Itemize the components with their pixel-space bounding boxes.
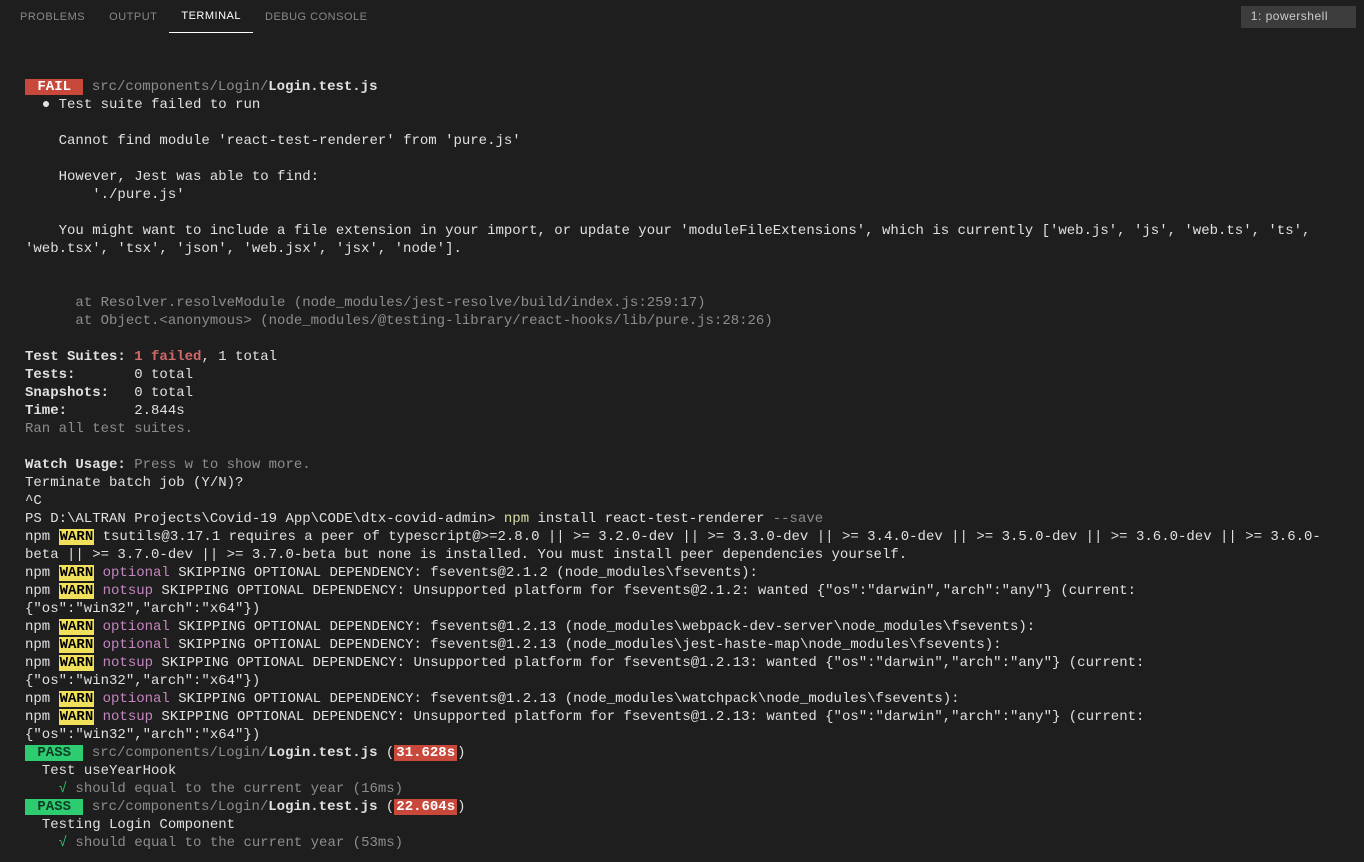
tab-output[interactable]: OUTPUT bbox=[97, 2, 169, 32]
prompt-cmd-npm: npm bbox=[504, 511, 529, 527]
pass1-desc: Test useYearHook bbox=[25, 763, 176, 779]
summary-suites-label: Test Suites: bbox=[25, 349, 134, 365]
summary-time-val: 2.844s bbox=[134, 403, 184, 419]
tab-terminal[interactable]: TERMINAL bbox=[169, 1, 253, 32]
tab-problems[interactable]: PROBLEMS bbox=[8, 2, 97, 32]
suite-failed-text: Test suite failed to run bbox=[59, 97, 261, 113]
summary-snapshots-val: 0 total bbox=[134, 385, 193, 401]
summary-tests-label: Tests: bbox=[25, 367, 134, 383]
pass2-desc: Testing Login Component bbox=[25, 817, 235, 833]
terminal-output[interactable]: FAIL src/components/Login/Login.test.js … bbox=[0, 35, 1364, 862]
pass1-time: 31.628s bbox=[394, 745, 457, 761]
summary-ran: Ran all test suites. bbox=[25, 421, 193, 437]
pass2-path-dir: src/components/Login/ bbox=[83, 799, 268, 815]
pass2-open: ( bbox=[377, 799, 394, 815]
pass1-path-file: Login.test.js bbox=[268, 745, 377, 761]
watch-text: Press w to show more. bbox=[134, 457, 310, 473]
watch-label: Watch Usage: bbox=[25, 457, 134, 473]
summary-tests-val: 0 total bbox=[134, 367, 193, 383]
pass1-test: should equal to the current year (16ms) bbox=[75, 781, 403, 797]
summary-suites-rest: , 1 total bbox=[201, 349, 277, 365]
terminate-batch: Terminate batch job (Y/N)? bbox=[25, 475, 243, 491]
error-however: However, Jest was able to find: bbox=[25, 169, 319, 185]
error-hint: You might want to include a file extensi… bbox=[25, 223, 1319, 257]
pass-badge-2: PASS bbox=[25, 799, 83, 815]
pass2-time: 22.604s bbox=[394, 799, 457, 815]
npm-warn-lines: npm WARN tsutils@3.17.1 requires a peer … bbox=[25, 528, 1339, 744]
tab-debug-console[interactable]: DEBUG CONSOLE bbox=[253, 2, 379, 32]
terminal-shell-selector[interactable]: 1: powershell bbox=[1241, 6, 1356, 28]
error-purejs: './pure.js' bbox=[25, 187, 185, 203]
pass2-test: should equal to the current year (53ms) bbox=[75, 835, 403, 851]
stack-1: at Resolver.resolveModule (node_modules/… bbox=[25, 295, 706, 311]
ctrl-c: ^C bbox=[25, 493, 42, 509]
summary-time-label: Time: bbox=[25, 403, 134, 419]
fail-path-file: Login.test.js bbox=[268, 79, 377, 95]
summary-suites-failed: 1 failed bbox=[134, 349, 201, 365]
bullet: ● bbox=[25, 97, 59, 113]
prompt-cmd-save: --save bbox=[773, 511, 823, 527]
pass1-close: ) bbox=[457, 745, 465, 761]
checkmark-icon: √ bbox=[25, 835, 75, 851]
pass2-path-file: Login.test.js bbox=[268, 799, 377, 815]
prompt-path: PS D:\ALTRAN Projects\Covid-19 App\CODE\… bbox=[25, 511, 504, 527]
prompt-cmd-rest: install react-test-renderer bbox=[529, 511, 773, 527]
panel-tab-bar: PROBLEMS OUTPUT TERMINAL DEBUG CONSOLE 1… bbox=[0, 0, 1364, 35]
error-cannot-find: Cannot find module 'react-test-renderer'… bbox=[25, 133, 521, 149]
pass2-close: ) bbox=[457, 799, 465, 815]
pass1-open: ( bbox=[377, 745, 394, 761]
checkmark-icon: √ bbox=[25, 781, 75, 797]
pass1-path-dir: src/components/Login/ bbox=[83, 745, 268, 761]
fail-path-dir: src/components/Login/ bbox=[83, 79, 268, 95]
summary-snapshots-label: Snapshots: bbox=[25, 385, 134, 401]
stack-2: at Object.<anonymous> (node_modules/@tes… bbox=[25, 313, 773, 329]
pass-badge-1: PASS bbox=[25, 745, 83, 761]
fail-badge: FAIL bbox=[25, 79, 83, 95]
